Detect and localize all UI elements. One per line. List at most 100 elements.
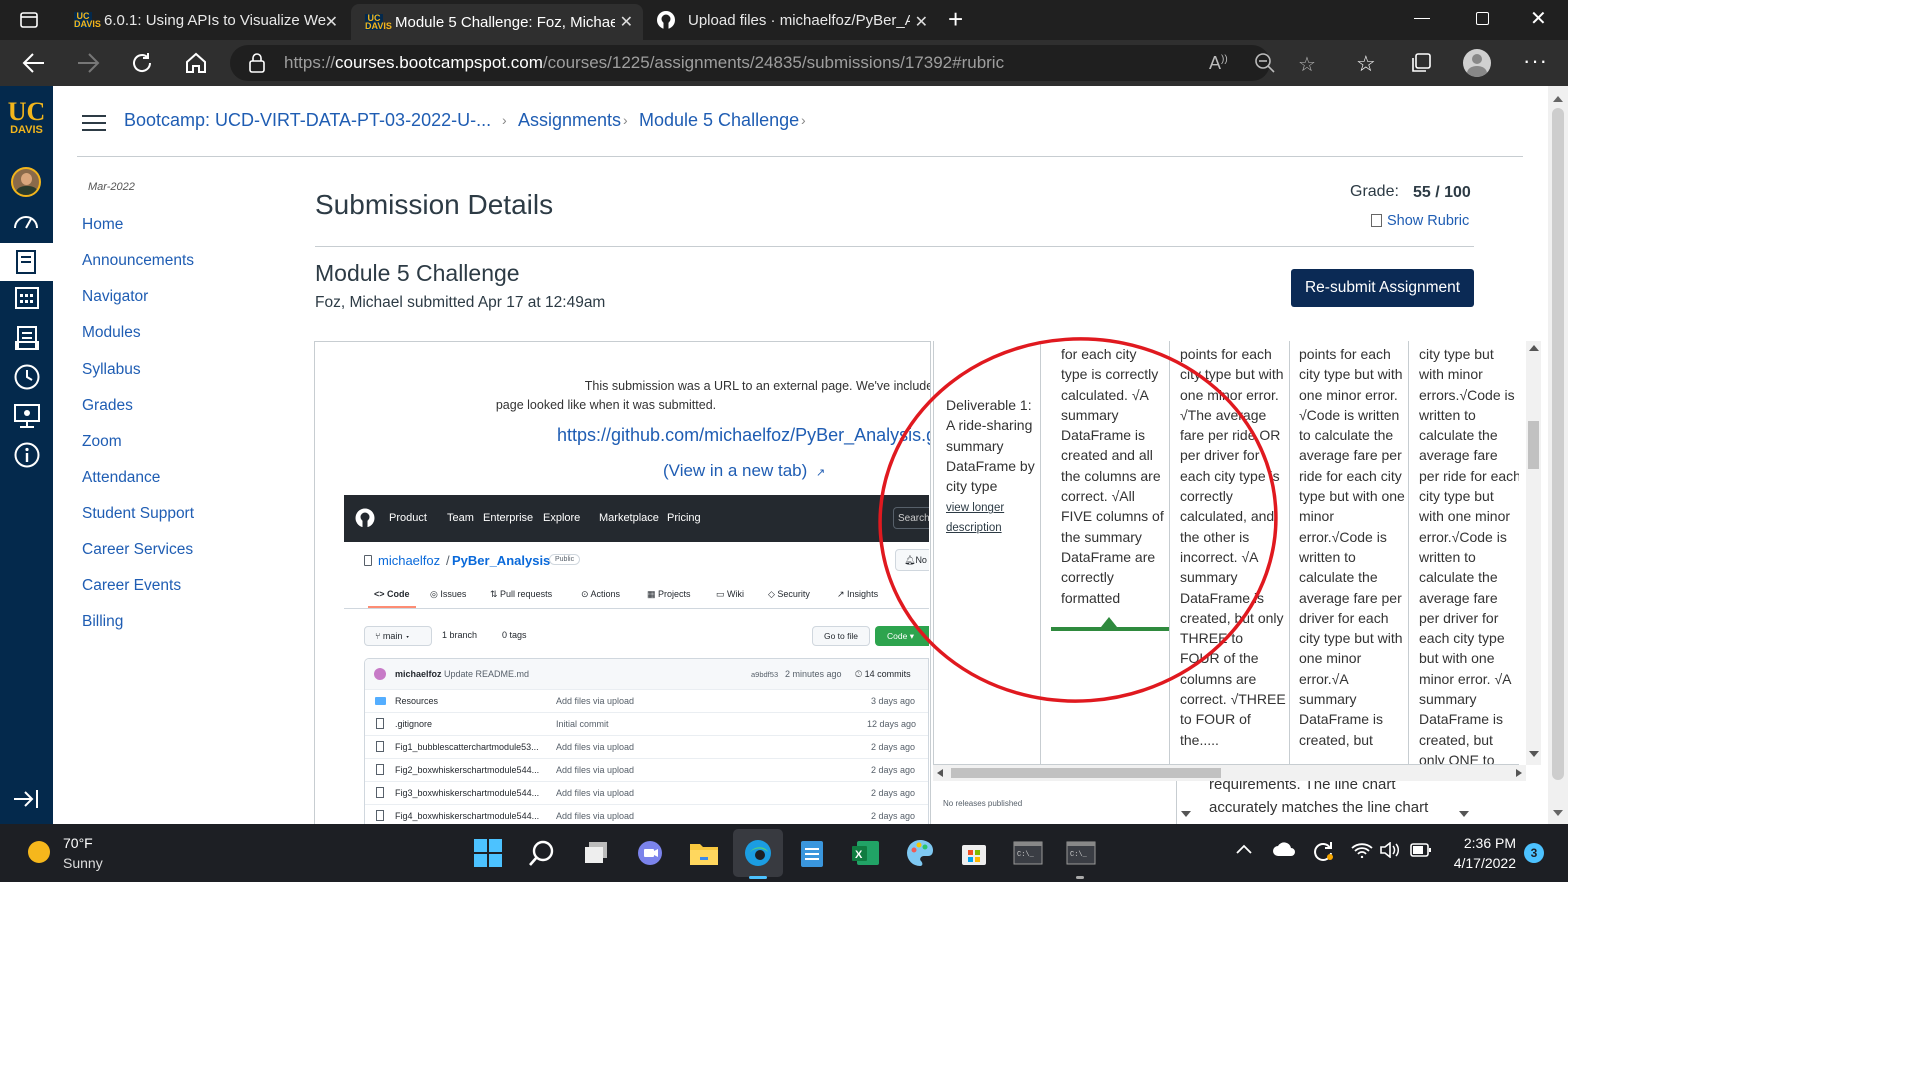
breadcrumb-assignments[interactable]: Assignments [518, 110, 621, 131]
rubric-scroll-thumb[interactable] [1528, 421, 1539, 469]
wifi-icon[interactable] [1351, 842, 1373, 858]
tab-actions-icon[interactable] [19, 10, 39, 30]
close-tab-icon[interactable]: ✕ [915, 12, 928, 32]
weather-sun-icon[interactable] [28, 841, 50, 863]
github-search[interactable]: Search [893, 507, 929, 529]
file-row[interactable]: Fig2_boxwhiskerschartmodule544... Add fil… [365, 758, 928, 781]
course-nav-attendance[interactable]: Attendance [82, 469, 160, 487]
notepad-icon[interactable] [794, 835, 830, 871]
commit-message[interactable]: Update README.md [444, 669, 529, 679]
home-icon[interactable] [184, 51, 208, 75]
github-tab-wiki[interactable]: ▭ Wiki [716, 589, 744, 600]
course-nav-zoom[interactable]: Zoom [82, 433, 122, 451]
github-tab-code[interactable]: <> Code [374, 589, 410, 599]
file-name[interactable]: Resources [395, 696, 438, 706]
watch-button[interactable]: 🔔︎No [895, 549, 929, 571]
file-name[interactable]: Fig2_boxwhiskerschartmodule544... [395, 765, 539, 775]
breadcrumb-course[interactable]: Bootcamp: UCD-VIRT-DATA-PT-03-2022-U-... [124, 110, 491, 131]
github-tab-actions[interactable]: ⊙ Actions [581, 589, 620, 600]
tray-chevron-up-icon[interactable] [1236, 844, 1252, 854]
github-nav-team[interactable]: Team [447, 512, 474, 524]
github-nav-explore[interactable]: Explore [543, 512, 580, 524]
behind-scroll-down-icon[interactable] [1181, 811, 1191, 817]
github-nav-marketplace[interactable]: Marketplace [599, 512, 659, 524]
file-name[interactable]: Fig4_boxwhiskerschartmodule544... [395, 811, 539, 821]
excel-icon[interactable]: X [848, 835, 884, 871]
tags-count[interactable]: 0 tags [502, 630, 527, 640]
tab-using-apis[interactable]: UC DAVIS 6.0.1: Using APIs to Visualize W… [62, 4, 348, 36]
store-icon[interactable] [956, 835, 992, 871]
scroll-right-arrow-icon[interactable] [1516, 769, 1522, 777]
scroll-down-arrow-icon[interactable] [1529, 751, 1539, 757]
file-name[interactable]: Fig1_bubblescatterchartmodule53... [395, 742, 539, 752]
url-text[interactable]: https://courses.bootcampspot.com/courses… [284, 53, 1004, 73]
calendar-icon[interactable] [14, 284, 40, 310]
course-nav-announcements[interactable]: Announcements [82, 252, 194, 270]
paint-icon[interactable] [902, 835, 938, 871]
close-window-icon[interactable]: ✕ [1530, 6, 1547, 31]
github-tab-issues[interactable]: ◎ Issues [430, 589, 466, 600]
tab-upload-files[interactable]: Upload files · michaelfoz/PyBer_A ✕ [646, 4, 938, 36]
file-name[interactable]: .gitignore [395, 719, 432, 729]
github-nav-enterprise[interactable]: Enterprise [483, 512, 533, 524]
file-row[interactable]: Fig3_boxwhiskerschartmodule544... Add fil… [365, 781, 928, 804]
rubric-scrollbar-horizontal[interactable] [933, 765, 1526, 781]
go-to-file-button[interactable]: Go to file [812, 626, 870, 646]
github-tab-projects[interactable]: ▦ Projects [647, 589, 691, 600]
sync-update-icon[interactable] [1312, 840, 1334, 862]
clock-time[interactable]: 2:36 PM [1450, 835, 1516, 851]
commits-count[interactable]: 🕓︎ 14 commits [855, 669, 911, 680]
terminal-icon-2[interactable]: C:\_ [1063, 835, 1099, 871]
external-url[interactable]: https://github.com/michaelfoz/PyBer_Anal… [557, 425, 935, 446]
course-nav-modules[interactable]: Modules [82, 324, 141, 342]
minimize-icon[interactable] [1414, 18, 1430, 19]
account-avatar[interactable] [11, 167, 41, 197]
read-aloud-icon[interactable]: A)) [1209, 53, 1228, 74]
github-tab-pull-requests[interactable]: ⇅ Pull requests [490, 589, 552, 600]
file-name[interactable]: Fig3_boxwhiskerschartmodule544... [395, 788, 539, 798]
course-nav-navigator[interactable]: Navigator [82, 288, 148, 306]
collections-icon[interactable] [1410, 52, 1432, 74]
file-row[interactable]: Fig1_bubblescatterchartmodule53... Add fi… [365, 735, 928, 758]
file-row[interactable]: Fig4_boxwhiskerschartmodule544... Add fil… [365, 804, 928, 824]
lock-icon[interactable] [248, 53, 266, 73]
inbox-icon[interactable] [14, 325, 40, 351]
commit-author[interactable]: michaelfoz [395, 669, 442, 679]
weather-condition[interactable]: Sunny [63, 855, 103, 871]
github-nav-product[interactable]: Product [389, 512, 427, 524]
page-scroll-down-icon[interactable] [1553, 810, 1563, 816]
scroll-up-arrow-icon[interactable] [1529, 345, 1539, 351]
refresh-icon[interactable] [130, 51, 154, 75]
code-button[interactable]: Code ▾ [875, 626, 929, 646]
rubric-rating[interactable]: city type but with minor errors.√Code is… [1419, 344, 1519, 764]
repo-owner[interactable]: michaelfoz [378, 553, 440, 568]
close-tab-icon[interactable]: ✕ [620, 12, 633, 32]
battery-icon[interactable] [1410, 843, 1432, 857]
commit-hash[interactable]: a9bdf53 [751, 670, 778, 679]
show-rubric-link[interactable]: Show Rubric [1371, 213, 1469, 229]
course-nav-grades[interactable]: Grades [82, 397, 133, 415]
course-nav-billing[interactable]: Billing [82, 613, 123, 631]
course-nav-student-support[interactable]: Student Support [82, 505, 194, 523]
branch-select[interactable]: ⑂ main ▾ [364, 626, 432, 646]
course-nav-career-services[interactable]: Career Services [82, 541, 193, 559]
restore-icon[interactable] [1476, 12, 1489, 25]
close-tab-icon[interactable]: ✕ [325, 12, 338, 32]
page-scroll-up-icon[interactable] [1553, 96, 1563, 102]
onedrive-cloud-icon[interactable] [1272, 841, 1296, 857]
course-nav-home[interactable]: Home [82, 216, 123, 234]
history-clock-icon[interactable] [13, 363, 41, 391]
more-menu-icon[interactable]: ··· [1523, 48, 1548, 74]
course-nav-syllabus[interactable]: Syllabus [82, 361, 141, 379]
courses-icon-active[interactable] [0, 243, 53, 281]
resubmit-button[interactable]: Re-submit Assignment [1291, 269, 1474, 307]
file-row[interactable]: Resources Add files via upload 3 days ago [365, 689, 928, 712]
tab-module5-challenge[interactable]: UC DAVIS Module 5 Challenge: Foz, Michae … [351, 4, 643, 40]
scroll-left-arrow-icon[interactable] [937, 769, 943, 777]
branches-count[interactable]: 1 branch [442, 630, 477, 640]
volume-icon[interactable] [1380, 842, 1400, 858]
search-icon[interactable] [524, 835, 560, 871]
back-arrow-icon[interactable] [22, 52, 46, 74]
behind-scroll-down-icon[interactable] [1459, 811, 1469, 817]
studio-icon[interactable] [13, 402, 41, 430]
